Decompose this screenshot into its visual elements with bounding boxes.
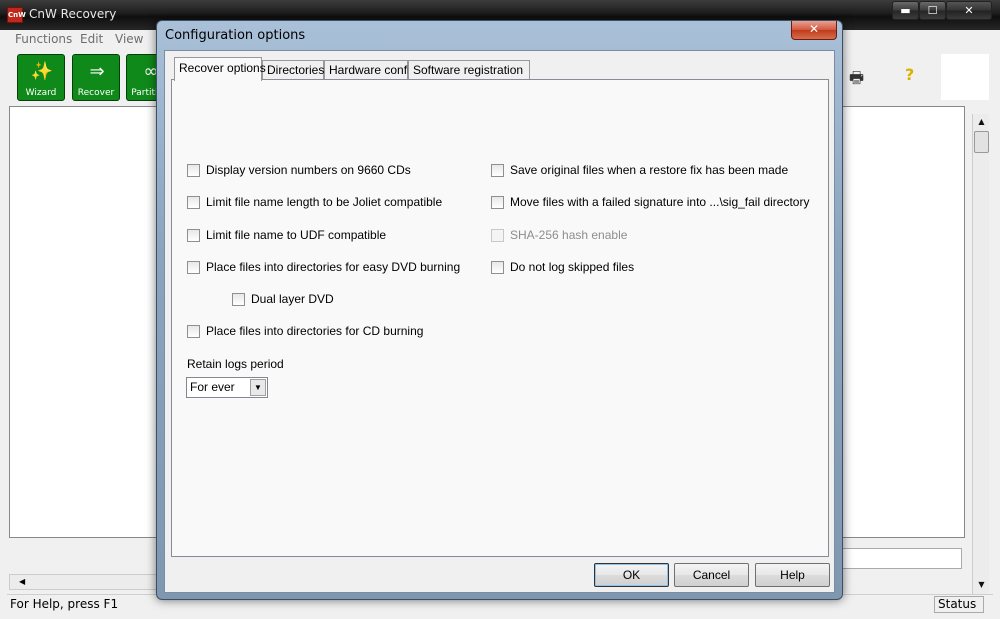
checkbox-box[interactable]: [491, 163, 504, 177]
checkbox-box[interactable]: [491, 195, 504, 209]
menu-edit[interactable]: Edit: [80, 32, 103, 46]
recover-label: Recover: [77, 88, 115, 98]
scroll-left-icon[interactable]: ◀: [19, 575, 25, 589]
checkbox-box[interactable]: [232, 292, 245, 306]
checkbox-joliet-compatible[interactable]: Limit file name length to be Joliet comp…: [187, 195, 442, 209]
checkbox-box: [491, 228, 504, 242]
checkbox-label: Move files with a failed signature into …: [510, 195, 810, 209]
checkbox-label: Place files into directories for CD burn…: [206, 324, 424, 338]
dialog-body: Recover options Directories Hardware con…: [164, 50, 835, 593]
tab-directories[interactable]: Directories: [262, 60, 324, 80]
recover-icon: ⇒: [89, 61, 105, 82]
wand-icon: ✨: [30, 61, 54, 82]
checkbox-label: Limit file name to UDF compatible: [206, 228, 387, 242]
checkbox-dvd-burning[interactable]: Place files into directories for easy DV…: [187, 260, 460, 274]
checkbox-box[interactable]: [187, 260, 200, 274]
scroll-thumb[interactable]: [974, 131, 989, 153]
menu-functions[interactable]: Functions: [15, 32, 72, 46]
checkbox-box[interactable]: [491, 260, 504, 274]
checkbox-do-not-log-skipped[interactable]: Do not log skipped files: [491, 260, 634, 274]
ok-button[interactable]: OK: [594, 563, 669, 587]
scroll-down-icon[interactable]: ▼: [973, 577, 990, 593]
minimize-button[interactable]: ▬: [892, 1, 919, 20]
checkbox-sha256-hash: SHA-256 hash enable: [491, 228, 627, 242]
wizard-button[interactable]: ✨ Wizard: [17, 54, 65, 101]
checkbox-box[interactable]: [187, 163, 200, 177]
checkbox-udf-compatible[interactable]: Limit file name to UDF compatible: [187, 228, 386, 242]
checkbox-box[interactable]: [187, 195, 200, 209]
tab-hardware-config[interactable]: Hardware config: [324, 60, 416, 80]
app-title: CnW Recovery: [29, 7, 117, 21]
right-field[interactable]: [842, 548, 962, 569]
scroll-up-icon[interactable]: ▲: [973, 114, 990, 130]
checkbox-label: SHA-256 hash enable: [510, 228, 628, 242]
menu-view[interactable]: View: [115, 32, 143, 46]
retain-logs-select[interactable]: For ever ▼: [186, 377, 268, 398]
checkbox-box[interactable]: [187, 324, 200, 338]
checkbox-label: Place files into directories for easy DV…: [206, 260, 461, 274]
checkbox-display-version-numbers[interactable]: Display version numbers on 9660 CDs: [187, 163, 411, 177]
retain-logs-label: Retain logs period: [187, 357, 284, 371]
close-button[interactable]: ✕: [946, 1, 992, 20]
chevron-down-icon[interactable]: ▼: [250, 379, 266, 396]
tab-software-registration[interactable]: Software registration: [408, 60, 530, 80]
recover-button[interactable]: ⇒ Recover: [72, 54, 120, 101]
tab-recover-options[interactable]: Recover options: [174, 57, 266, 81]
checkbox-label: Display version numbers on 9660 CDs: [206, 163, 411, 177]
checkbox-label: Do not log skipped files: [510, 260, 635, 274]
horizontal-scrollbar[interactable]: ◀: [9, 574, 169, 590]
maximize-button[interactable]: ☐: [919, 1, 946, 20]
dialog-close-button[interactable]: ✕: [791, 21, 837, 40]
checkbox-move-failed-signature[interactable]: Move files with a failed signature into …: [491, 195, 809, 209]
vertical-scrollbar[interactable]: ▲ ▼: [972, 114, 989, 594]
toolbar-blank-area: [941, 54, 989, 100]
wizard-label: Wizard: [25, 88, 57, 98]
checkbox-label: Save original files when a restore fix h…: [510, 163, 789, 177]
printer-icon[interactable]: 🖶: [849, 67, 864, 94]
status-help-text: For Help, press F1: [10, 597, 119, 611]
configuration-dialog: Configuration options ✕ Recover options …: [156, 20, 843, 600]
help-icon[interactable]: ?: [905, 65, 914, 84]
checkbox-label: Dual layer DVD: [251, 292, 334, 306]
help-button[interactable]: Help: [755, 563, 830, 587]
status-pane: Status: [934, 596, 984, 613]
checkbox-box[interactable]: [187, 228, 200, 242]
dialog-title: Configuration options: [165, 28, 306, 43]
checkbox-cd-burning[interactable]: Place files into directories for CD burn…: [187, 324, 423, 338]
checkbox-dual-layer-dvd[interactable]: Dual layer DVD: [232, 292, 334, 306]
retain-logs-value: For ever: [190, 380, 235, 394]
app-icon: CnW: [7, 7, 26, 23]
checkbox-label: Limit file name length to be Joliet comp…: [206, 195, 443, 209]
cancel-button[interactable]: Cancel: [674, 563, 749, 587]
checkbox-save-original-files[interactable]: Save original files when a restore fix h…: [491, 163, 788, 177]
recover-options-pane: Display version numbers on 9660 CDs Limi…: [171, 79, 829, 557]
